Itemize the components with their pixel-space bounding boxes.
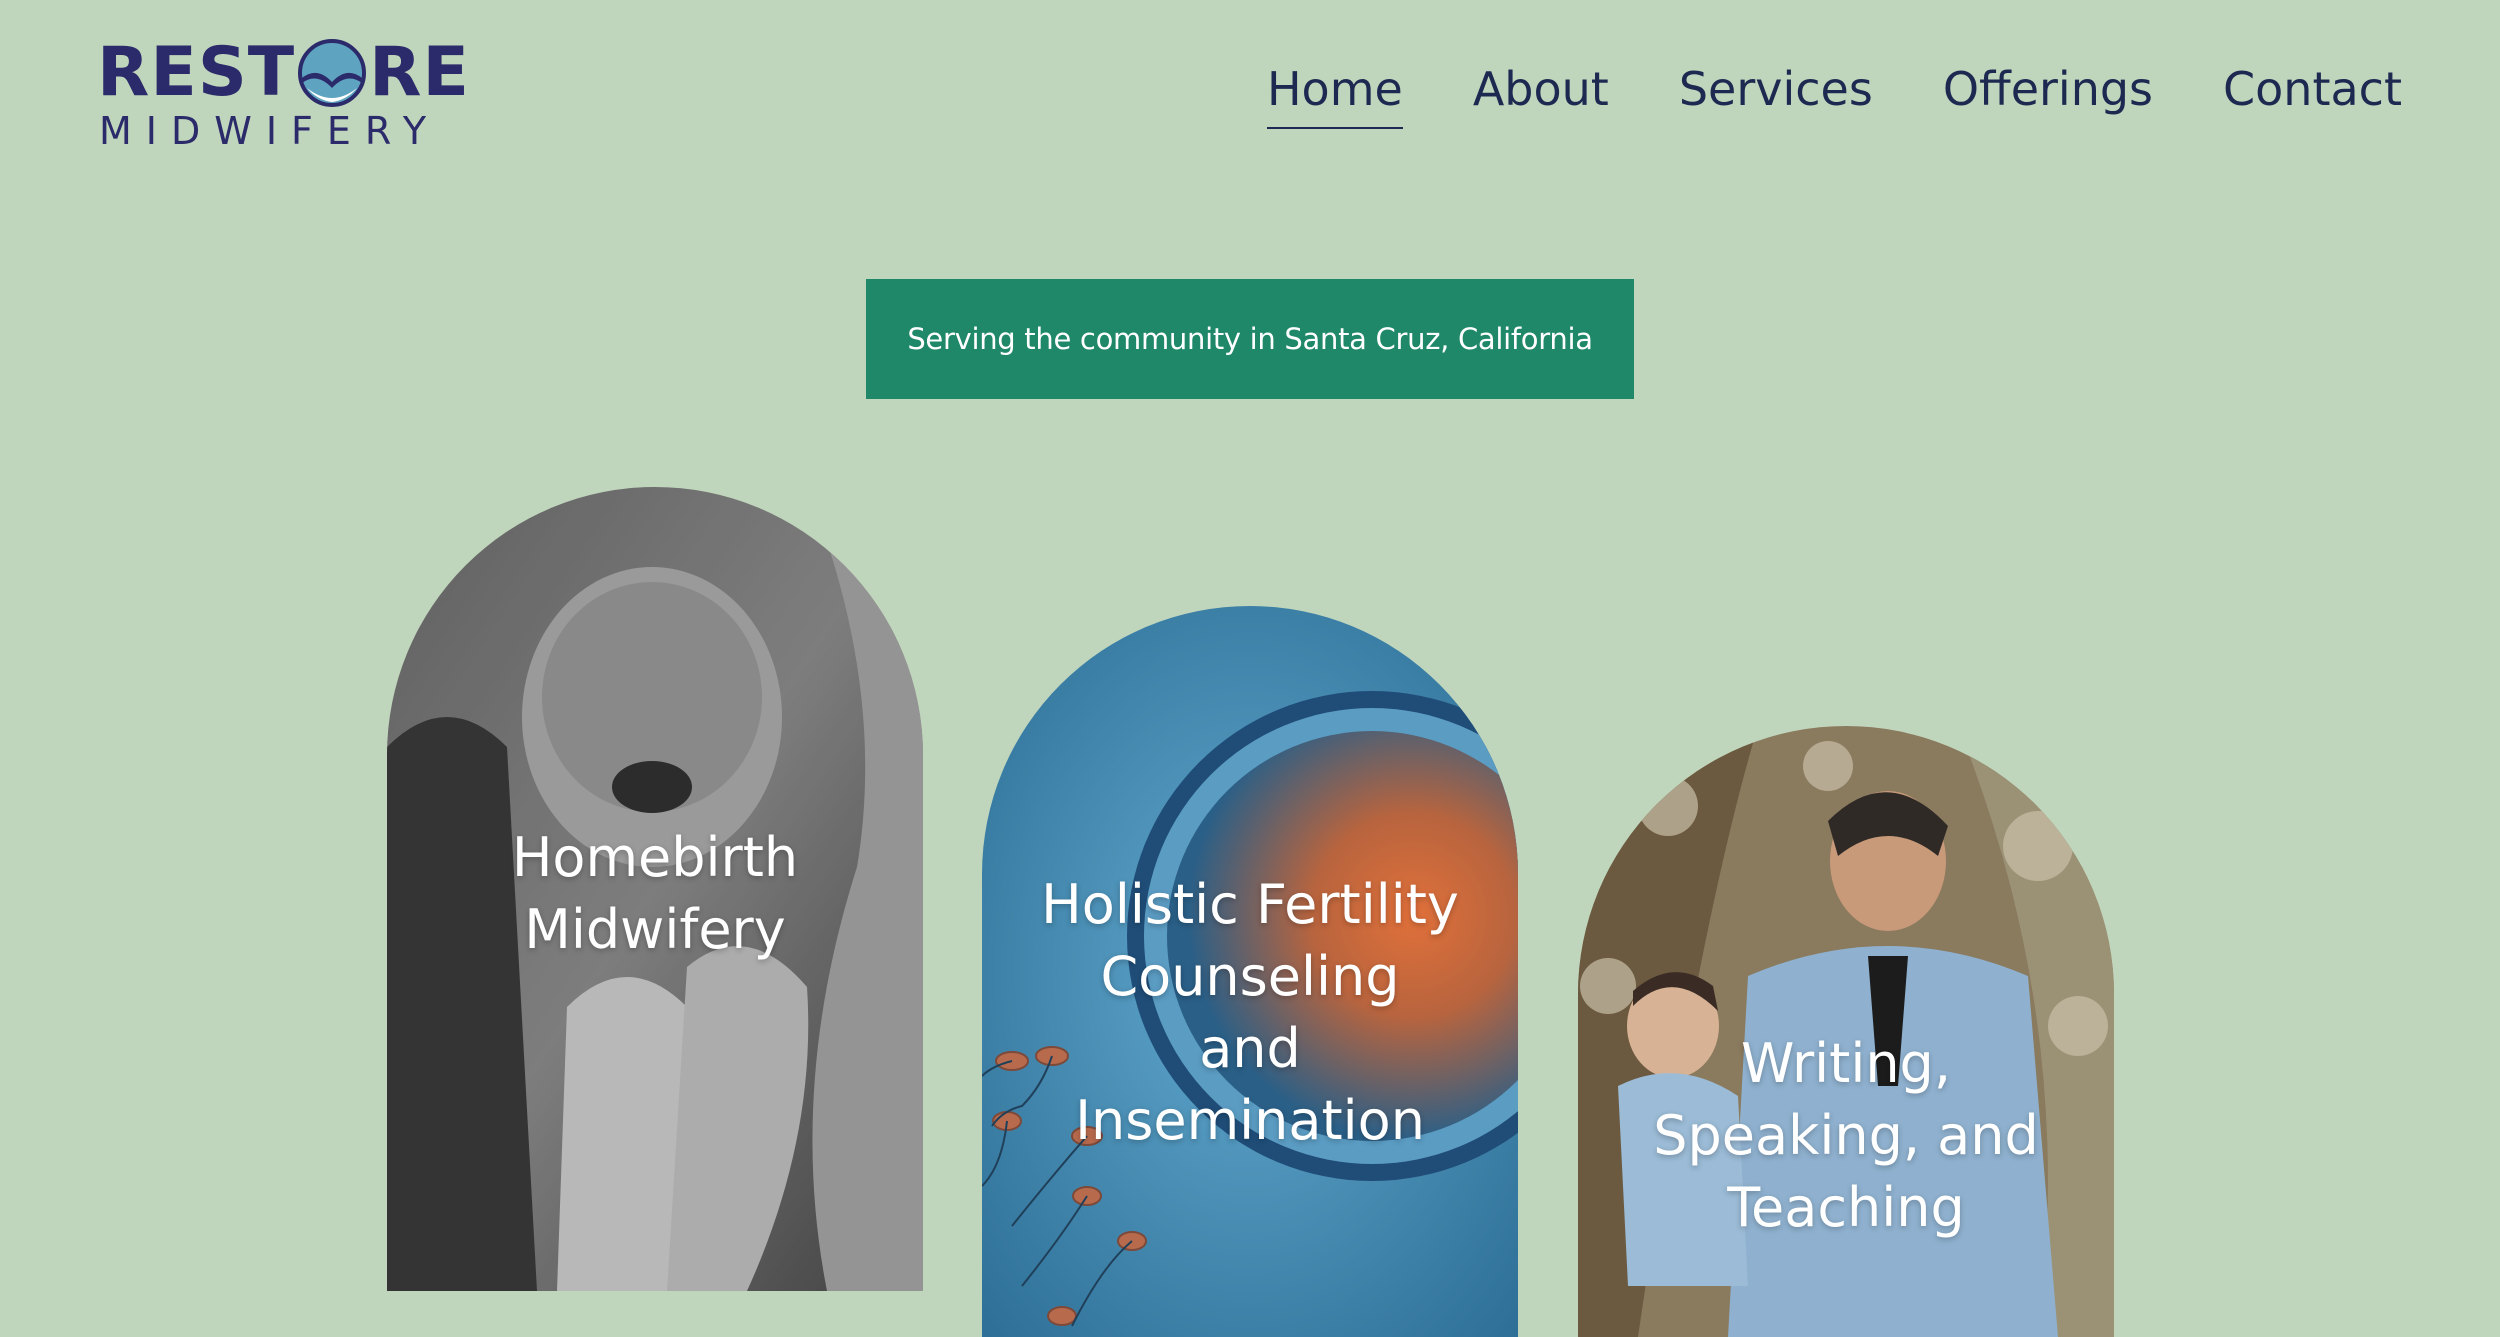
card-holistic-fertility[interactable]: Holistic Fertility Counseling and Insemi… [982,606,1518,1337]
card-label-line: Homebirth [511,826,799,889]
nav-item-home[interactable]: Home [1266,62,1403,130]
nav-item-about[interactable]: About [1473,62,1609,129]
card-label-line: Midwifery [524,898,786,961]
card-label-line: and [1199,1017,1301,1080]
logo-wordmark-top: REST RE [97,38,470,108]
card-label-line: Counseling [1100,945,1400,1008]
logo-wordmark-bottom: MIDWIFERY [99,109,441,153]
card-label: Holistic Fertility Counseling and Insemi… [982,869,1518,1157]
card-homebirth-midwifery[interactable]: Homebirth Midwifery [387,487,923,1291]
card-label: Homebirth Midwifery [387,822,923,966]
nav-item-services[interactable]: Services [1679,62,1873,129]
location-banner: Serving the community in Santa Cruz, Cal… [866,279,1634,399]
location-banner-text: Serving the community in Santa Cruz, Cal… [907,322,1593,356]
main-nav: Home About Services Offerings Contact [1266,62,2402,130]
card-label-line: Writing, [1740,1032,1951,1095]
wave-globe-icon [298,39,367,107]
logo-word-rest: REST [97,33,296,112]
card-label-line: Teaching [1727,1176,1965,1239]
card-label-line: Speaking, and [1653,1104,2039,1167]
site-logo[interactable]: REST RE MIDWIFERY [97,30,469,155]
nav-item-contact[interactable]: Contact [2223,62,2402,129]
logo-word-re: RE [369,33,470,112]
card-label: Writing, Speaking, and Teaching [1578,1028,2114,1244]
card-writing-speaking-teaching[interactable]: Writing, Speaking, and Teaching [1578,726,2114,1337]
nav-item-offerings[interactable]: Offerings [1943,62,2153,129]
card-label-line: Insemination [1075,1089,1425,1152]
page: REST RE MIDWIFERY Home About Services Of… [0,0,2500,1337]
card-label-line: Holistic Fertility [1041,873,1459,936]
